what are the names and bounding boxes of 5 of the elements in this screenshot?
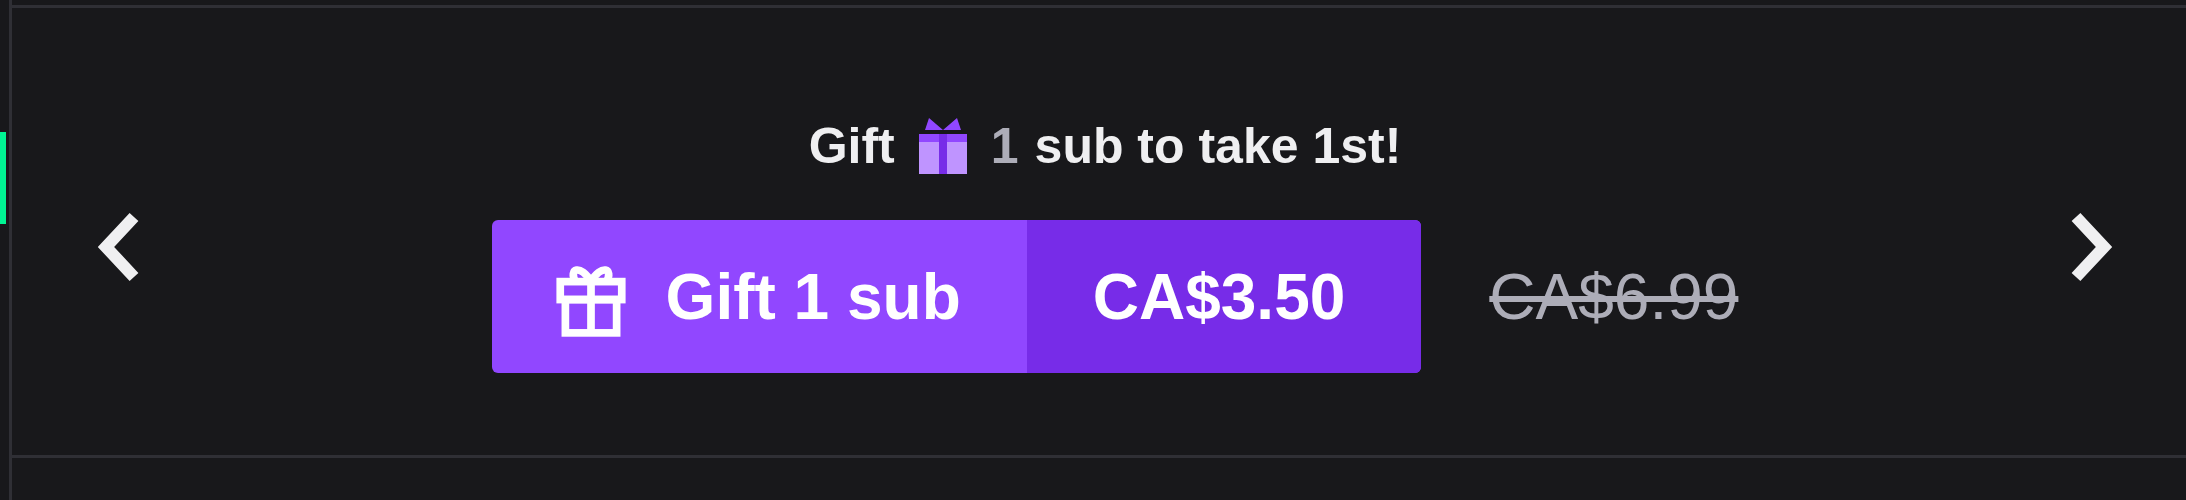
gift-sub-button[interactable]: Gift 1 sub CA$3.50 — [491, 220, 1422, 373]
original-price: CA$6.99 — [1489, 259, 1739, 334]
headline-text: sub to take 1st! — [1034, 117, 1402, 175]
sub-count: 1 — [990, 117, 1019, 175]
headline-text: Gift — [808, 117, 895, 175]
